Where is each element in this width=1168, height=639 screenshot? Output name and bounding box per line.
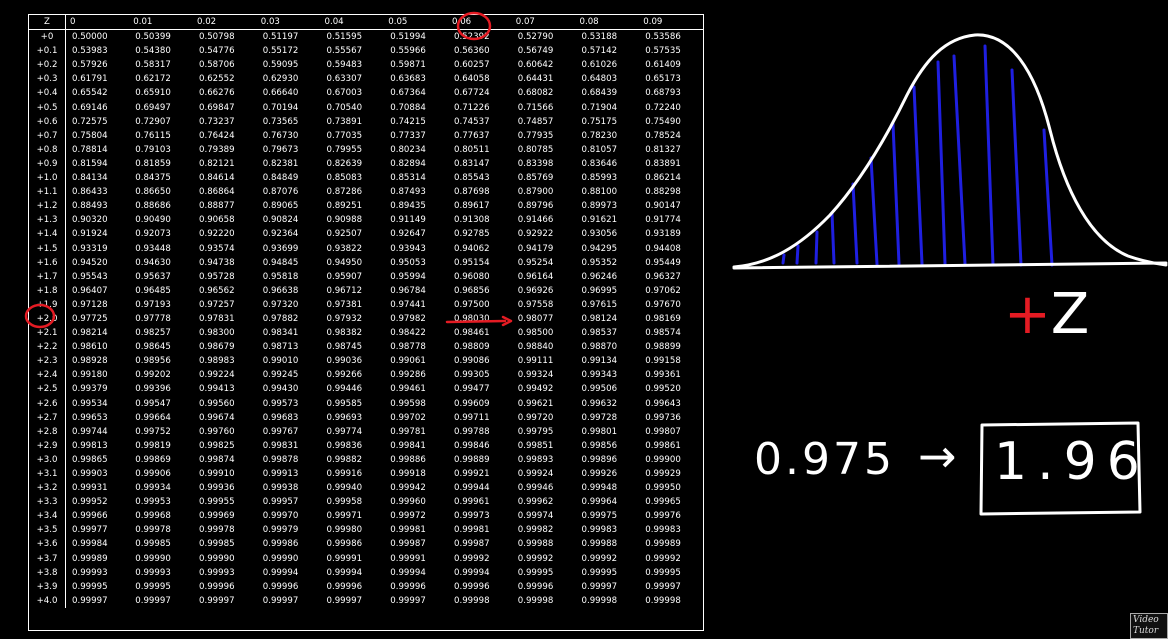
curve-baseline [732, 261, 1168, 270]
result-input: 0.975 [754, 434, 895, 485]
plus-sign: +Z [1004, 285, 1089, 345]
plus-z-label: +Z +Z [1004, 282, 1090, 347]
annotation-layer [24, 11, 1168, 516]
row-circle [24, 303, 56, 329]
watermark: Video Tutor [1130, 613, 1168, 639]
value-underline [445, 319, 507, 324]
bell-curve [732, 33, 1168, 269]
arrow-icon: → [918, 429, 957, 483]
result-output: 1.96 [994, 432, 1150, 492]
column-circle [456, 11, 492, 41]
